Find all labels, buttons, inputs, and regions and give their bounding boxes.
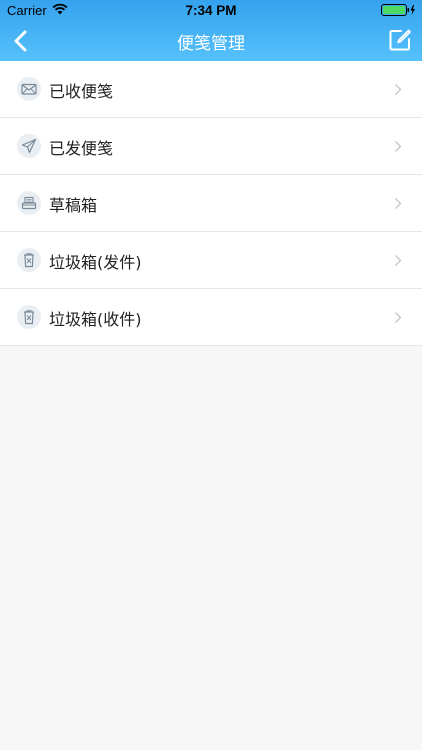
compose-button[interactable]	[388, 28, 412, 52]
menu-item-sent-notes[interactable]: 已发便笺	[0, 118, 422, 175]
trash-icon	[17, 305, 41, 329]
chevron-right-icon	[395, 312, 402, 323]
chevron-right-icon	[395, 255, 402, 266]
battery-icon	[381, 4, 415, 16]
menu-item-label: 草稿箱	[49, 196, 98, 215]
menu-item-label: 垃圾箱(发件)	[49, 253, 142, 272]
chevron-right-icon	[395, 84, 402, 95]
page-title: 便笺管理	[177, 34, 245, 54]
app-header: Carrier 7:34 PM 便笺管理	[0, 0, 422, 61]
envelope-icon	[17, 77, 41, 101]
draft-tray-icon	[17, 191, 41, 215]
chevron-right-icon	[395, 198, 402, 209]
menu-item-label: 已发便笺	[49, 139, 114, 158]
status-time: 7:34 PM	[185, 3, 237, 18]
status-bar: Carrier 7:34 PM	[0, 0, 422, 21]
compose-icon	[389, 29, 411, 51]
menu-item-received-notes[interactable]: 已收便笺	[0, 61, 422, 118]
nav-bar: 便笺管理	[0, 21, 422, 61]
trash-icon	[17, 248, 41, 272]
paper-plane-icon	[17, 134, 41, 158]
menu-item-label: 垃圾箱(收件)	[49, 310, 142, 329]
menu-item-label: 已收便笺	[49, 82, 114, 101]
note-folder-list: 已收便笺 已发便笺 草稿箱 垃圾箱(发件) 垃圾箱(收件)	[0, 61, 422, 346]
chevron-right-icon	[395, 141, 402, 152]
menu-item-trash-received[interactable]: 垃圾箱(收件)	[0, 289, 422, 346]
menu-item-trash-sent[interactable]: 垃圾箱(发件)	[0, 232, 422, 289]
menu-item-drafts[interactable]: 草稿箱	[0, 175, 422, 232]
